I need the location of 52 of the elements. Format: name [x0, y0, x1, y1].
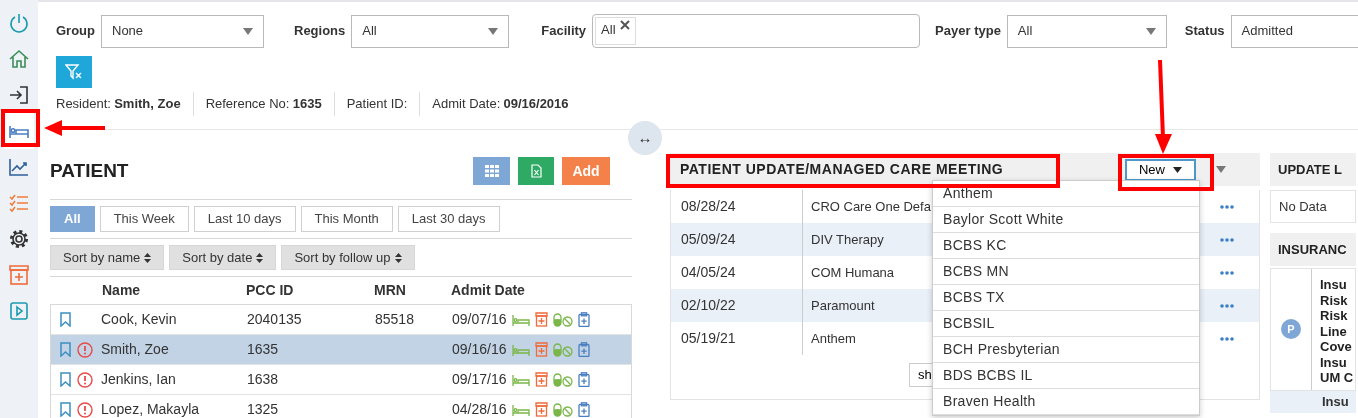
info-label: Resident: — [56, 95, 111, 114]
insurance-field-label: Insu — [1320, 277, 1348, 293]
insurance-field-label: Risk — [1320, 292, 1349, 308]
column-header: MRN — [374, 280, 407, 300]
filter-label: Facility — [541, 22, 587, 41]
mrn: 85518 — [375, 311, 414, 327]
pcc-id: 1325 — [247, 400, 280, 418]
insurance-field-label: Line — [1320, 323, 1348, 339]
meeting-payer: DIV Therapy — [810, 230, 885, 249]
column-header: Name — [101, 280, 142, 300]
column-header: Admit Date — [451, 280, 525, 300]
patient-name: Lopez, Makayla — [101, 400, 201, 418]
insurance-field-label: Cove — [1320, 339, 1353, 355]
pcc-id: 1635 — [247, 340, 280, 359]
tag-label: All — [601, 21, 616, 39]
info-value: Smith, Zoe — [114, 95, 181, 114]
meeting-date: 05/09/24 — [671, 223, 803, 256]
panel-title: PATIENT UPDATE/MANAGED CARE MEETING — [680, 161, 1004, 178]
info-label: Reference No: — [205, 95, 290, 114]
insurance-field-label: UM C — [1320, 370, 1354, 386]
meeting-payer: Anthem — [810, 329, 857, 348]
pcc-id: 1638 — [247, 370, 280, 389]
admit-date: 09/17/16 — [452, 370, 507, 389]
info-value: 09/16/2016 — [503, 95, 569, 114]
patient-name: Cook, Kevin — [101, 310, 178, 329]
patient-name: Smith, Zoe — [101, 340, 170, 359]
panel-title: INSURANC — [1270, 233, 1356, 266]
filter-label: Payer type — [935, 22, 1001, 41]
panel-title: UPDATE L — [1270, 153, 1356, 186]
insurance-field-label: Risk — [1320, 308, 1349, 324]
filter-label: Status — [1184, 22, 1225, 41]
meeting-date: 05/19/21 — [671, 322, 803, 355]
info-label: Patient ID: — [346, 95, 408, 114]
filter-label: Regions — [294, 22, 346, 41]
admit-date: 04/28/16 — [452, 400, 507, 418]
admit-date: 09/07/16 — [452, 310, 507, 329]
column-header: PCC ID — [246, 280, 295, 300]
meeting-payer: Paramount — [810, 296, 876, 315]
patient-name: Jenkins, Ian — [101, 370, 177, 389]
avatar: P — [1281, 319, 1301, 340]
meeting-date: 02/10/22 — [671, 289, 803, 322]
info-label: Admit Date: — [432, 95, 501, 114]
info-value: 1635 — [292, 95, 322, 114]
meeting-payer: CRO Care One Defa — [810, 197, 932, 216]
insurance-field-label: Insu — [1320, 354, 1348, 370]
admit-date: 09/16/16 — [452, 340, 507, 359]
meeting-payer: COM Humana — [810, 263, 896, 282]
filter-label: Group — [56, 22, 95, 41]
panel-title: PATIENT — [50, 159, 129, 183]
pcc-id: 2040135 — [247, 310, 303, 329]
insurance-field-label: Insu — [1270, 390, 1356, 413]
empty-message: No Data — [1270, 190, 1356, 223]
